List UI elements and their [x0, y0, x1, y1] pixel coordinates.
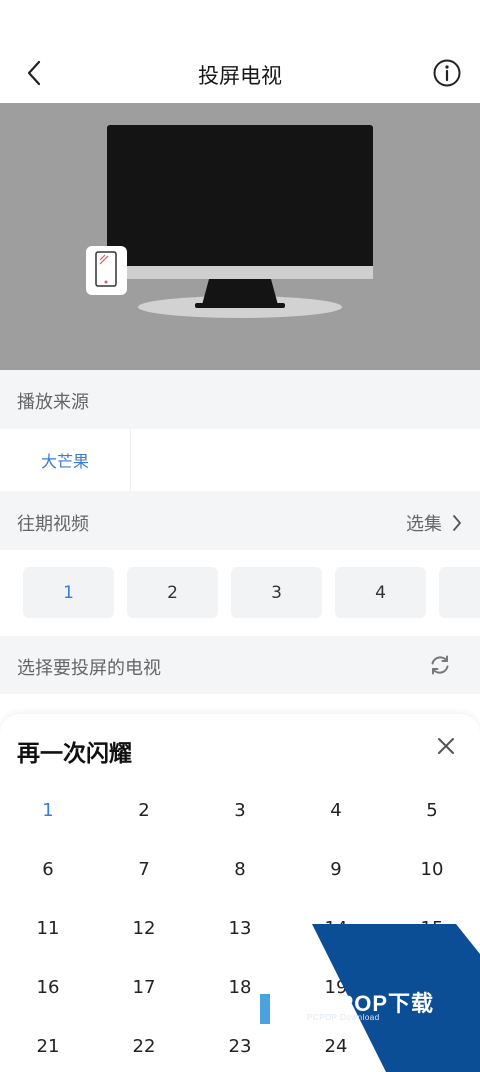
phone-icon	[86, 246, 127, 295]
episode-number-12[interactable]: 12	[96, 908, 192, 948]
pcpop-logo-icon	[258, 968, 307, 1024]
episode-list: 1 2 3 4	[0, 550, 480, 636]
source-section-label: 播放来源	[17, 392, 89, 413]
episode-number-21[interactable]: 21	[0, 1026, 96, 1066]
source-item-damangguo[interactable]: 大芒果	[0, 429, 131, 491]
source-list: 大芒果	[0, 429, 480, 491]
episode-number-4[interactable]: 4	[288, 790, 384, 830]
select-episodes-label: 选集	[406, 514, 442, 535]
info-circle-icon	[433, 59, 461, 87]
episode-number-3[interactable]: 3	[192, 790, 288, 830]
episode-number-16[interactable]: 16	[0, 967, 96, 1007]
tv-stand-base	[195, 303, 285, 308]
episode-button-2[interactable]: 2	[127, 567, 218, 618]
episode-number-8[interactable]: 8	[192, 849, 288, 889]
episode-number-1[interactable]: 1	[0, 790, 96, 830]
tv-bezel	[107, 266, 373, 279]
chevron-right-icon	[453, 515, 461, 531]
episode-button-3[interactable]: 3	[231, 567, 322, 618]
refresh-button[interactable]	[428, 653, 452, 677]
tv-screen	[107, 125, 373, 268]
episode-number-2[interactable]: 2	[96, 790, 192, 830]
episode-number-9[interactable]: 9	[288, 849, 384, 889]
watermark-subtext: PCPOP Download	[307, 1013, 380, 1022]
page-title: 投屏电视	[198, 64, 282, 88]
info-button[interactable]	[432, 58, 462, 88]
tv-section-header: 选择要投屏的电视	[0, 636, 480, 694]
episode-number-17[interactable]: 17	[96, 967, 192, 1007]
close-button[interactable]	[434, 734, 458, 758]
episode-number-6[interactable]: 6	[0, 849, 96, 889]
cast-tv-page: 投屏电视 播放来源 大芒果 往期视频 选集 1 2 3 4 选择要投屏的电视 再…	[0, 0, 480, 1072]
refresh-icon	[431, 655, 449, 675]
select-episodes-button[interactable]: 选集	[406, 510, 462, 536]
tv-stand-neck	[202, 279, 278, 305]
episode-number-10[interactable]: 10	[384, 849, 480, 889]
episode-button-1[interactable]: 1	[23, 567, 114, 618]
top-bar: 投屏电视	[0, 0, 480, 103]
episode-number-7[interactable]: 7	[96, 849, 192, 889]
tv-illustration	[0, 103, 480, 370]
source-section-header: 播放来源	[0, 370, 480, 429]
close-icon	[438, 738, 454, 754]
episode-button-4[interactable]: 4	[335, 567, 426, 618]
tv-section-label: 选择要投屏的电视	[17, 658, 161, 679]
episode-button-partial[interactable]	[439, 567, 480, 618]
episodes-section-label: 往期视频	[17, 514, 89, 535]
episode-number-5[interactable]: 5	[384, 790, 480, 830]
episode-number-22[interactable]: 22	[96, 1026, 192, 1066]
episode-number-11[interactable]: 11	[0, 908, 96, 948]
sheet-title: 再一次闪耀	[17, 741, 132, 767]
